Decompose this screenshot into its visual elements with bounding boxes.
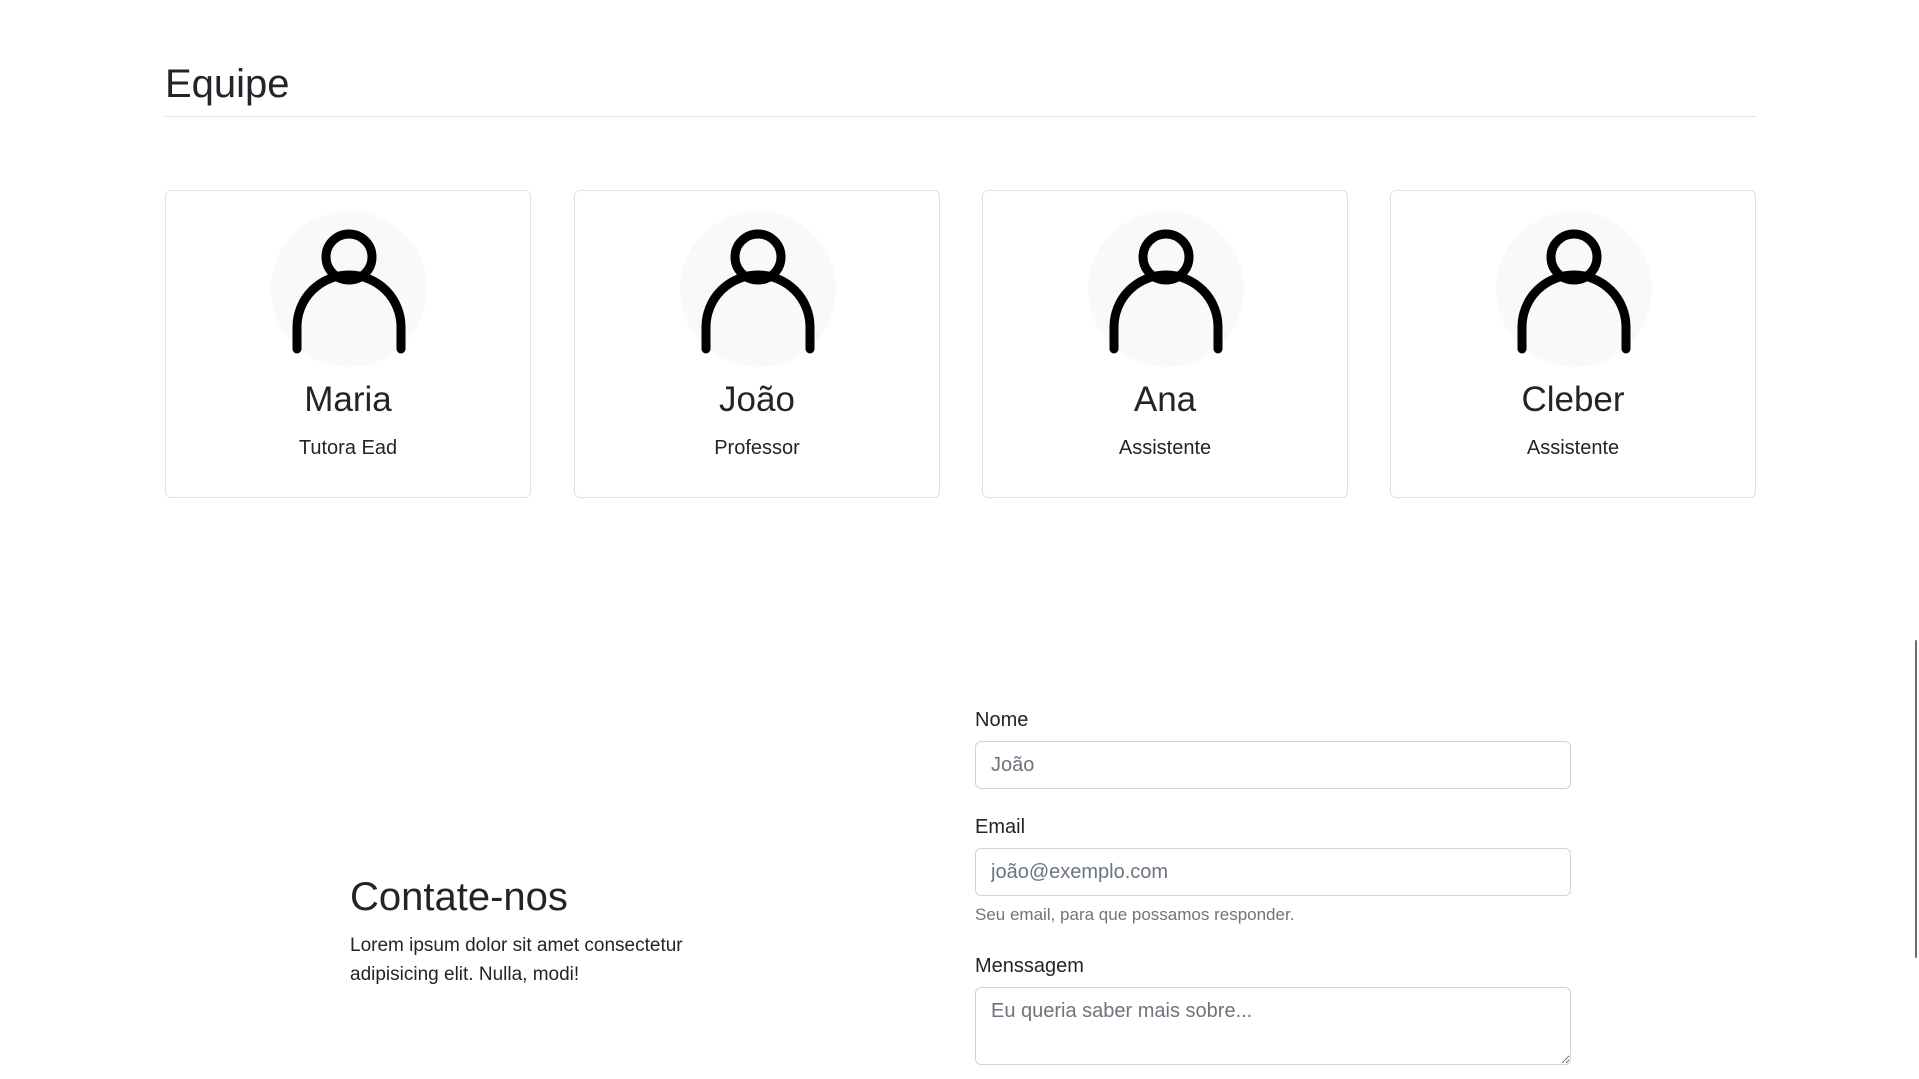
scrollbar-thumb[interactable]: [1915, 640, 1917, 958]
team-card: Maria Tutora Ead: [165, 190, 531, 498]
member-role: Assistente: [1118, 437, 1212, 459]
message-textarea[interactable]: [975, 987, 1571, 1065]
member-role: Assistente: [1526, 437, 1620, 459]
person-icon: [1109, 229, 1223, 354]
member-role: Professor: [714, 437, 800, 459]
person-icon: [292, 229, 406, 354]
contact-intro: Contate-nos Lorem ipsum dolor sit amet c…: [350, 873, 770, 990]
email-input[interactable]: [975, 848, 1571, 896]
member-role: Tutora Ead: [298, 437, 398, 459]
page: Equipe Maria Tutora Ead João Professor A…: [0, 0, 1919, 1079]
contact-title: Contate-nos: [350, 875, 568, 919]
avatar: [1496, 211, 1652, 367]
team-card: Ana Assistente: [982, 190, 1348, 498]
avatar: [271, 211, 427, 367]
team-card: João Professor: [574, 190, 940, 498]
team-header: Equipe: [165, 60, 1756, 117]
name-label: Nome: [975, 709, 1029, 731]
person-icon: [1517, 229, 1631, 354]
team-card: Cleber Assistente: [1390, 190, 1756, 498]
team-title: Equipe: [165, 62, 290, 106]
email-help-text: Seu email, para que possamos responder.: [975, 905, 1295, 924]
member-name: Maria: [304, 380, 392, 419]
name-input[interactable]: [975, 741, 1571, 789]
message-label: Menssagem: [975, 955, 1084, 977]
email-label: Email: [975, 816, 1026, 838]
contact-text: Lorem ipsum dolor sit amet consectetur a…: [350, 935, 683, 986]
avatar: [1088, 211, 1244, 367]
team-cards: Maria Tutora Ead João Professor Ana Assi: [165, 190, 1756, 500]
member-name: João: [719, 380, 795, 419]
avatar: [680, 211, 836, 367]
member-name: Cleber: [1521, 380, 1625, 419]
person-icon: [701, 229, 815, 354]
member-name: Ana: [1133, 380, 1197, 419]
